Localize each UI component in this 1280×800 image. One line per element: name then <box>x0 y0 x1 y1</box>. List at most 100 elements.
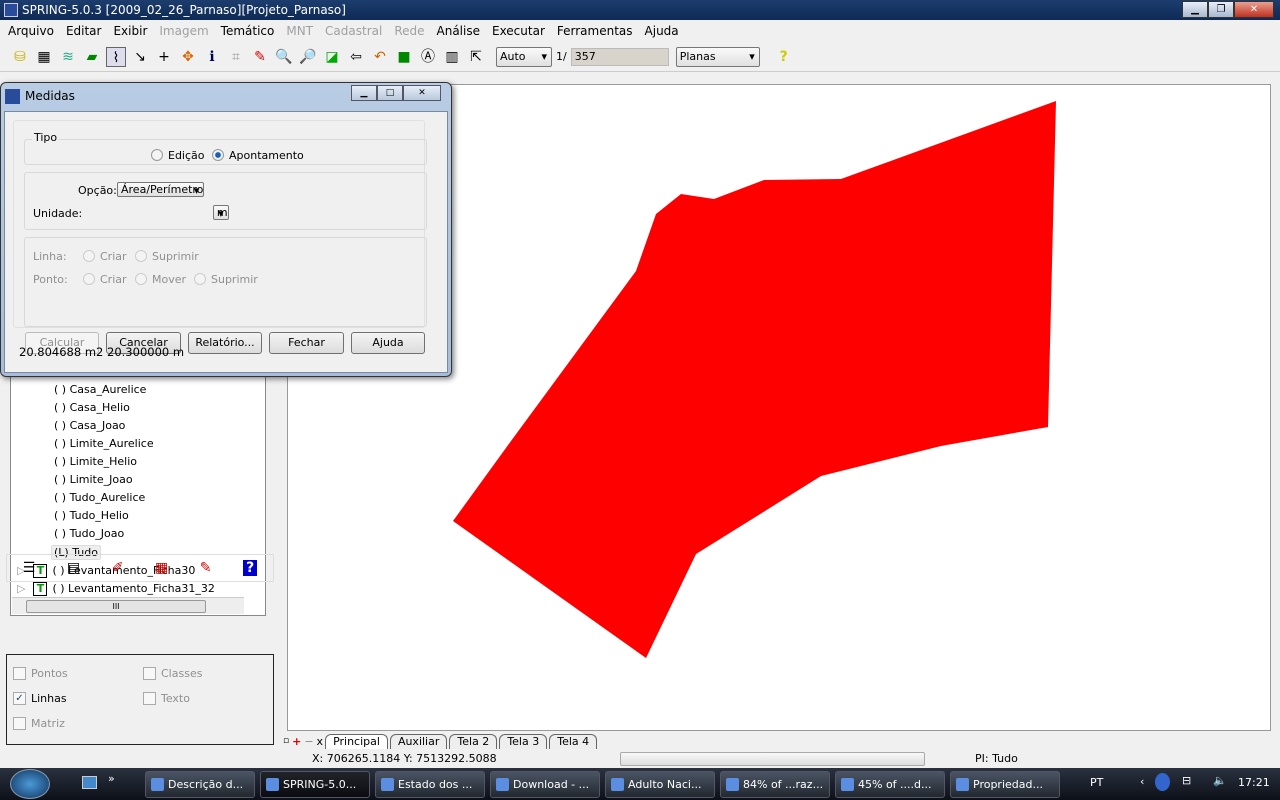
taskbar-button[interactable]: Download - ... <box>490 771 600 798</box>
draw-mode-icon[interactable]: ⌇ <box>106 46 126 67</box>
close-button[interactable]: ✕ <box>1234 1 1274 18</box>
edit-vector-icon[interactable]: ✐ <box>112 560 124 576</box>
tree-item[interactable]: ( ) Casa_Joao <box>54 419 125 432</box>
language-indicator[interactable]: PT <box>1090 776 1103 789</box>
add-tab-icon[interactable]: + <box>292 735 301 748</box>
tray-app-icon[interactable] <box>1155 773 1170 791</box>
apontamento-radio[interactable]: Apontamento <box>212 149 304 162</box>
quicklaunch-more-icon[interactable]: » <box>108 772 115 785</box>
tree-item[interactable]: ( ) Limite_Joao <box>54 473 133 486</box>
menu-análise[interactable]: Análise <box>431 24 486 38</box>
menu-temático[interactable]: Temático <box>215 24 281 38</box>
tree-item[interactable]: ( ) Casa_Aurelice <box>54 383 146 396</box>
tree-item[interactable]: ( ) Tudo_Aurelice <box>54 491 145 504</box>
plane-icon[interactable]: ▰ <box>82 47 102 67</box>
menu-arquivo[interactable]: Arquivo <box>2 24 60 38</box>
minimize-button[interactable]: ▁ <box>1182 1 1208 18</box>
tree-item[interactable]: ( ) Limite_Helio <box>54 455 137 468</box>
tab-principal[interactable]: Principal <box>325 733 388 749</box>
menu-executar[interactable]: Executar <box>486 24 551 38</box>
tab-tela-2[interactable]: Tela 2 <box>449 733 498 749</box>
pontos-checkbox[interactable]: Pontos <box>13 667 68 680</box>
pointer-plus-icon[interactable]: ⇱ <box>466 47 486 67</box>
relatorio-button[interactable]: Relatório... <box>188 332 262 354</box>
histogram-icon[interactable]: ▥ <box>442 47 462 67</box>
status-bar: X: 706265.1184 Y: 7513292.5088 PI: Tudo <box>0 750 1280 768</box>
taskbar-button[interactable]: Adulto Naci... <box>605 771 715 798</box>
help-icon[interactable]: ? <box>243 560 258 576</box>
taskbar-button[interactable]: Propriedad... <box>950 771 1060 798</box>
zoom-area-icon[interactable]: ◪ <box>322 47 342 67</box>
unidade-select[interactable]: m <box>212 205 229 220</box>
expand-icon[interactable]: ▷ <box>17 582 25 595</box>
taskbar-button[interactable]: 84% of ...raz... <box>720 771 830 798</box>
tag-icon[interactable]: ⌗ <box>226 47 246 67</box>
scale-mode-select[interactable]: Auto <box>496 46 552 67</box>
menu-cadastral: Cadastral <box>325 24 383 38</box>
scale-prefix: 1/ <box>556 50 567 63</box>
tree-item[interactable]: ( ) Tudo_Joao <box>54 527 124 540</box>
help-icon[interactable]: ? <box>774 47 794 67</box>
list-icon[interactable]: ☰ <box>23 560 36 576</box>
tree-item[interactable]: ( ) Tudo_Helio <box>54 509 129 522</box>
undo-icon[interactable]: ↶ <box>370 47 390 67</box>
texto-checkbox[interactable]: Texto <box>143 692 190 705</box>
matriz-checkbox[interactable]: Matriz <box>13 717 65 730</box>
network-icon[interactable]: ⊟ <box>1182 774 1191 787</box>
database-icon[interactable]: ⛁ <box>10 47 30 67</box>
tree-horizontal-scrollbar[interactable]: III <box>12 597 244 614</box>
opcao-select[interactable]: Área/Perímetro <box>117 182 205 197</box>
volume-icon[interactable]: 🔈 <box>1213 774 1227 787</box>
taskbar-button[interactable]: SPRING-5.0... <box>260 771 370 798</box>
zoom-in-icon[interactable]: 🔍 <box>274 47 294 67</box>
scale-input[interactable]: 357 <box>570 47 669 66</box>
start-button[interactable] <box>10 769 50 799</box>
fechar-button[interactable]: Fechar <box>269 332 344 354</box>
ajuda-button[interactable]: Ajuda <box>351 332 425 354</box>
select-icon[interactable]: ■ <box>394 47 414 67</box>
projection-select[interactable]: Planas <box>675 46 760 67</box>
tree-item[interactable]: ( ) Casa_Helio <box>54 401 130 414</box>
dialog-minimize-button[interactable]: ▁ <box>351 85 377 101</box>
back-icon[interactable]: ⇦ <box>346 47 366 67</box>
properties-icon[interactable]: ▤ <box>67 560 80 576</box>
chevron-left-icon[interactable]: ‹ <box>1140 775 1144 788</box>
project-icon[interactable]: ▦ <box>34 47 54 67</box>
maximize-button[interactable]: ❐ <box>1208 1 1234 18</box>
measured-polygon[interactable] <box>453 101 1056 658</box>
show-desktop-icon[interactable] <box>82 776 97 789</box>
edicao-radio[interactable]: Edição <box>151 149 205 162</box>
info-icon[interactable]: ℹ <box>202 47 222 67</box>
tab-nav-icon[interactable]: ▫ <box>283 736 289 746</box>
unidade-label: Unidade: <box>33 207 83 220</box>
menu-ferramentas[interactable]: Ferramentas <box>551 24 639 38</box>
zoom-out-icon[interactable]: 🔎 <box>298 47 318 67</box>
taskbar-button[interactable]: 45% of ....d... <box>835 771 945 798</box>
menu-ajuda[interactable]: Ajuda <box>639 24 685 38</box>
remove-tab-icon[interactable]: − <box>304 735 313 748</box>
tab-auxiliar[interactable]: Auxiliar <box>389 733 448 749</box>
layers-icon[interactable]: ≋ <box>58 47 78 67</box>
dialog-close-button[interactable]: ✕ <box>403 85 441 101</box>
linhas-checkbox[interactable]: ✓ Linhas <box>13 692 67 705</box>
pencil-icon[interactable]: ✎ <box>200 560 212 576</box>
pencil-icon[interactable]: ✎ <box>250 47 270 67</box>
cursor-icon[interactable]: ↘ <box>130 47 150 67</box>
menu-editar[interactable]: Editar <box>60 24 108 38</box>
tree-item[interactable]: ( ) Limite_Aurelice <box>54 437 154 450</box>
menu-mnt: MNT <box>286 24 314 38</box>
edit-table-icon[interactable]: ▦ <box>155 560 168 576</box>
clock[interactable]: 17:21 <box>1238 776 1270 789</box>
dialog-maximize-button[interactable]: □ <box>377 85 403 101</box>
crosshair-icon[interactable]: + <box>154 47 174 67</box>
taskbar-button[interactable]: Descrição d... <box>145 771 255 798</box>
toolbar: ⛁ ▦ ≋ ▰ ⌇ ↘ + ✥ ℹ ⌗ ✎ 🔍 🔎 ◪ ⇦ ↶ ■ Ⓐ ▥ ⇱ … <box>0 42 1280 72</box>
tab-tela-4[interactable]: Tela 4 <box>549 733 598 749</box>
classes-checkbox[interactable]: Classes <box>143 667 202 680</box>
pan-icon[interactable]: ✥ <box>178 47 198 67</box>
tree-category[interactable]: ▷ T ( ) Levantamento_Ficha31_32 <box>17 582 215 596</box>
menu-exibir[interactable]: Exibir <box>107 24 153 38</box>
zoom-factor-icon[interactable]: Ⓐ <box>418 47 438 67</box>
tab-tela-3[interactable]: Tela 3 <box>499 733 548 749</box>
taskbar-button[interactable]: Estado dos ... <box>375 771 485 798</box>
